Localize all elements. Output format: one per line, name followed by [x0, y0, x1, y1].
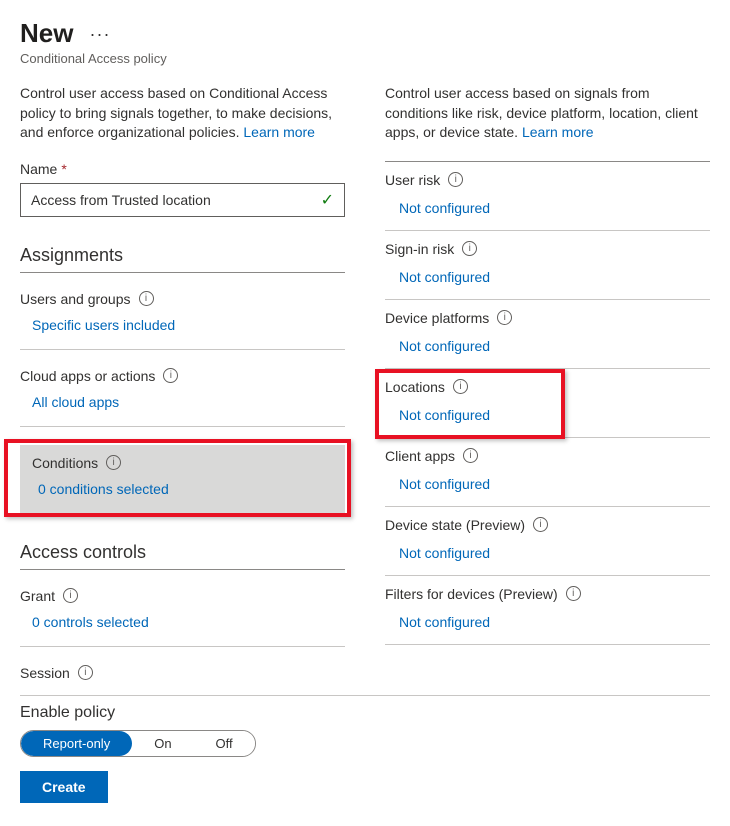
name-input[interactable]	[31, 192, 321, 208]
more-actions-icon[interactable]: ···	[89, 25, 110, 43]
create-button[interactable]: Create	[20, 771, 108, 803]
condition-item-device-platforms[interactable]: Device platforms i Not configured	[385, 300, 710, 369]
left-learn-more-link[interactable]: Learn more	[243, 124, 315, 140]
info-icon[interactable]: i	[453, 379, 468, 394]
enable-option-on[interactable]: On	[132, 731, 193, 756]
footer: Enable policy Report-onlyOnOff Create	[20, 695, 710, 803]
enable-option-report-only[interactable]: Report-only	[21, 731, 132, 756]
condition-item-label: Filters for devices (Preview)	[385, 586, 558, 602]
info-icon[interactable]: i	[106, 455, 121, 470]
grant-label: Grant	[20, 588, 55, 604]
session-block[interactable]: Session i	[20, 665, 345, 691]
cloud-apps-label: Cloud apps or actions	[20, 368, 155, 384]
grant-block[interactable]: Grant i 0 controls selected	[20, 588, 345, 647]
users-groups-block[interactable]: Users and groups i Specific users includ…	[20, 291, 345, 350]
condition-item-label: Device state (Preview)	[385, 517, 525, 533]
info-icon[interactable]: i	[448, 172, 463, 187]
grant-value[interactable]: 0 controls selected	[20, 614, 345, 630]
cloud-apps-value[interactable]: All cloud apps	[20, 394, 345, 410]
page-subtitle: Conditional Access policy	[20, 51, 710, 66]
conditions-block[interactable]: Conditions i 0 conditions selected	[20, 445, 345, 514]
required-asterisk: *	[61, 161, 66, 177]
condition-item-device-state-preview[interactable]: Device state (Preview) i Not configured	[385, 507, 710, 576]
info-icon[interactable]: i	[163, 368, 178, 383]
enable-option-off[interactable]: Off	[194, 731, 255, 756]
highlight-box-conditions	[4, 439, 351, 517]
users-groups-value[interactable]: Specific users included	[20, 317, 345, 333]
info-icon[interactable]: i	[533, 517, 548, 532]
name-input-wrapper[interactable]: ✓	[20, 183, 345, 217]
info-icon[interactable]: i	[566, 586, 581, 601]
condition-item-user-risk[interactable]: User risk i Not configured	[385, 162, 710, 231]
condition-item-value[interactable]: Not configured	[385, 614, 710, 630]
users-groups-label: Users and groups	[20, 291, 131, 307]
condition-item-client-apps[interactable]: Client apps i Not configured	[385, 438, 710, 507]
left-intro: Control user access based on Conditional…	[20, 84, 345, 143]
enable-policy-toggle[interactable]: Report-onlyOnOff	[20, 730, 256, 757]
info-icon[interactable]: i	[139, 291, 154, 306]
condition-item-value[interactable]: Not configured	[385, 200, 710, 216]
conditions-label: Conditions	[32, 455, 98, 471]
left-panel: Control user access based on Conditional…	[20, 84, 345, 691]
condition-item-sign-in-risk[interactable]: Sign-in risk i Not configured	[385, 231, 710, 300]
condition-item-filters-for-devices-preview[interactable]: Filters for devices (Preview) i Not confi…	[385, 576, 710, 645]
condition-item-label: Sign-in risk	[385, 241, 454, 257]
page-title: New	[20, 18, 73, 49]
assignments-title: Assignments	[20, 245, 345, 273]
session-label: Session	[20, 665, 70, 681]
conditions-value[interactable]: 0 conditions selected	[34, 481, 331, 497]
right-panel: Control user access based on signals fro…	[385, 84, 710, 691]
access-controls-title: Access controls	[20, 542, 345, 570]
info-icon[interactable]: i	[63, 588, 78, 603]
condition-item-value[interactable]: Not configured	[385, 476, 710, 492]
name-field-label: Name *	[20, 161, 345, 177]
info-icon[interactable]: i	[463, 448, 478, 463]
condition-item-label: Device platforms	[385, 310, 489, 326]
condition-item-value[interactable]: Not configured	[385, 545, 710, 561]
condition-item-label: User risk	[385, 172, 440, 188]
right-learn-more-link[interactable]: Learn more	[522, 124, 594, 140]
enable-policy-label: Enable policy	[20, 704, 710, 722]
cloud-apps-block[interactable]: Cloud apps or actions i All cloud apps	[20, 368, 345, 427]
condition-item-label: Locations	[385, 379, 445, 395]
info-icon[interactable]: i	[462, 241, 477, 256]
right-intro: Control user access based on signals fro…	[385, 84, 710, 143]
condition-item-value[interactable]: Not configured	[385, 269, 710, 285]
check-icon: ✓	[321, 190, 334, 210]
condition-item-value[interactable]: Not configured	[385, 338, 710, 354]
condition-item-label: Client apps	[385, 448, 455, 464]
info-icon[interactable]: i	[78, 665, 93, 680]
condition-item-value[interactable]: Not configured	[385, 407, 710, 423]
info-icon[interactable]: i	[497, 310, 512, 325]
name-label-text: Name	[20, 161, 57, 177]
condition-item-locations[interactable]: Locations i Not configured	[385, 369, 710, 438]
